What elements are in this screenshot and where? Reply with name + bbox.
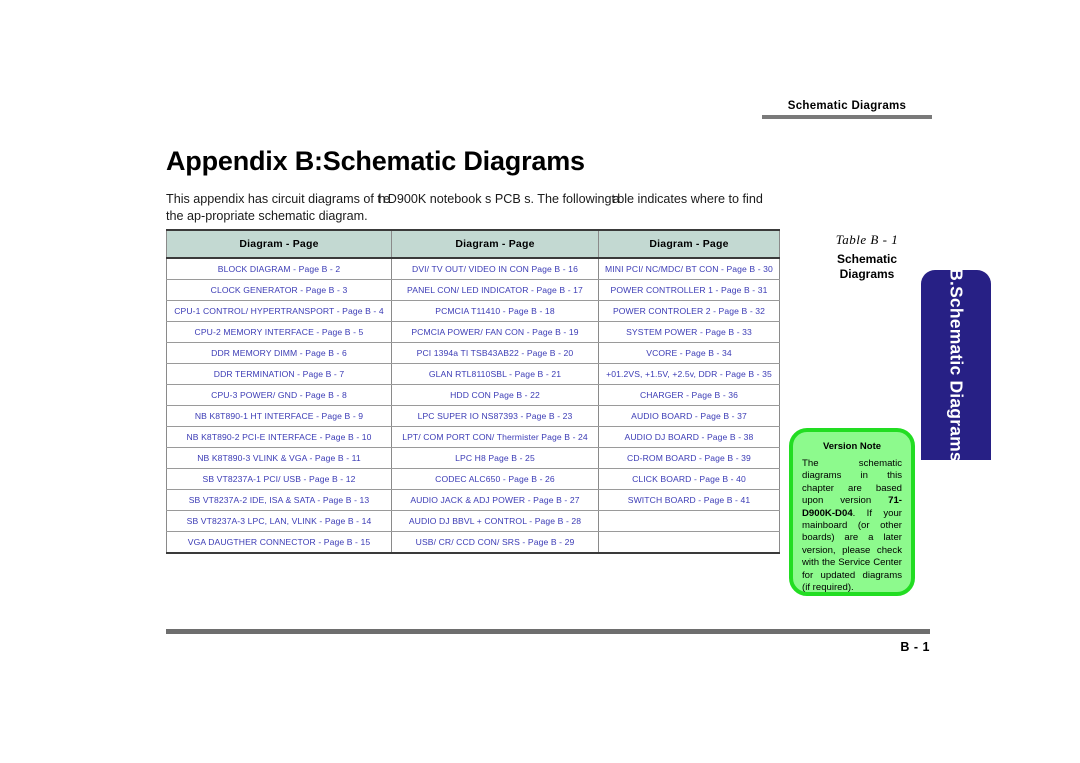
table-cell: CPU-2 MEMORY INTERFACE - Page B - 5	[166, 321, 392, 343]
column-header-1: Diagram - Page	[166, 229, 392, 259]
table-row: BLOCK DIAGRAM - Page B - 2 DVI/ TV OUT/ V…	[166, 257, 780, 280]
table-cell: CLOCK GENERATOR - Page B - 3	[166, 279, 392, 301]
table-cell: NB K8T890-1 HT INTERFACE - Page B - 9	[166, 405, 392, 427]
table-cell: PCMCIA POWER/ FAN CON - Page B - 19	[391, 321, 599, 343]
table-row: NB K8T890-1 HT INTERFACE - Page B - 9 LPC…	[166, 405, 780, 427]
intro-paragraph: This appendix has circuit diagrams of th…	[166, 191, 780, 225]
table-cell	[598, 531, 780, 554]
version-note-body-before: The schematic diagrams in this chapter a…	[802, 458, 902, 507]
table-cell: VCORE - Page B - 34	[598, 342, 780, 364]
intro-part-3: notebook s PCB s. The following	[426, 191, 612, 206]
running-head-text: Schematic Diagrams	[787, 100, 907, 112]
table-row: SB VT8237A-2 IDE, ISA & SATA - Page B - …	[166, 489, 780, 511]
table-cell: LPC H8 Page B - 25	[391, 447, 599, 469]
table-header-row: Diagram - Page Diagram - Page Diagram - …	[166, 229, 780, 259]
table-cell: VGA DAUGTHER CONNECTOR - Page B - 15	[166, 531, 392, 554]
table-cell: SYSTEM POWER - Page B - 33	[598, 321, 780, 343]
footer-page-number: B - 1	[900, 640, 930, 654]
table-caption-title-line2: Diagrams	[839, 267, 895, 281]
table-body: BLOCK DIAGRAM - Page B - 2 DVI/ TV OUT/ V…	[166, 257, 780, 554]
table-row: NB K8T890-2 PCI-E INTERFACE - Page B - 1…	[166, 426, 780, 448]
table-row: VGA DAUGTHER CONNECTOR - Page B - 15 USB/…	[166, 531, 780, 554]
intro-part-2: D900K	[387, 191, 427, 206]
table-cell: DDR TERMINATION - Page B - 7	[166, 363, 392, 385]
table-cell: SB VT8237A-3 LPC, LAN, VLINK - Page B - …	[166, 510, 392, 532]
table-cell: DVI/ TV OUT/ VIDEO IN CON Page B - 16	[391, 257, 599, 280]
table-cell: NB K8T890-3 VLINK & VGA - Page B - 11	[166, 447, 392, 469]
table-cell: POWER CONTROLER 2 - Page B - 32	[598, 300, 780, 322]
intro-overlap-the: the	[377, 191, 390, 206]
table-cell: NB K8T890-2 PCI-E INTERFACE - Page B - 1…	[166, 426, 392, 448]
table-cell: +01.2VS, +1.5V, +2.5v, DDR - Page B - 35	[598, 363, 780, 385]
table-row: SB VT8237A-3 LPC, LAN, VLINK - Page B - …	[166, 510, 780, 532]
version-note-body: The schematic diagrams in this chapter a…	[802, 458, 902, 594]
table-caption-title-line1: Schematic	[836, 252, 898, 266]
table-cell: CHARGER - Page B - 36	[598, 384, 780, 406]
column-header-3: Diagram - Page	[598, 229, 780, 259]
table-row: CLOCK GENERATOR - Page B - 3 PANEL CON/ L…	[166, 279, 780, 301]
intro-part-1: This appendix has circuit diagrams of	[166, 191, 378, 206]
table-cell: CPU-1 CONTROL/ HYPERTRANSPORT - Page B -…	[166, 300, 392, 322]
table-cell: AUDIO BOARD - Page B - 37	[598, 405, 780, 427]
table-row: CPU-3 POWER/ GND - Page B - 8 HDD CON Pag…	[166, 384, 780, 406]
table-cell: LPT/ COM PORT CON/ Thermister Page B - 2…	[391, 426, 599, 448]
table-row: CPU-2 MEMORY INTERFACE - Page B - 5 PCMCI…	[166, 321, 780, 343]
table-row: SB VT8237A-1 PCI/ USB - Page B - 12 CODEC…	[166, 468, 780, 490]
table-cell: PCI 1394a TI TSB43AB22 - Page B - 20	[391, 342, 599, 364]
version-note-box: Version Note The schematic diagrams in t…	[789, 428, 915, 596]
table-cell: BLOCK DIAGRAM - Page B - 2	[166, 257, 392, 280]
table-cell: CODEC ALC650 - Page B - 26	[391, 468, 599, 490]
version-note-body-after: . If your mainboard (or other boards) ar…	[802, 507, 902, 594]
table-caption-number: Table B - 1	[835, 232, 899, 247]
table-cell: POWER CONTROLLER 1 - Page B - 31	[598, 279, 780, 301]
table-cell: SB VT8237A-2 IDE, ISA & SATA - Page B - …	[166, 489, 392, 511]
table-cell	[598, 510, 780, 532]
table-cell: SB VT8237A-1 PCI/ USB - Page B - 12	[166, 468, 392, 490]
table-cell: SWITCH BOARD - Page B - 41	[598, 489, 780, 511]
table-cell: DDR MEMORY DIMM - Page B - 6	[166, 342, 392, 364]
diagram-page-table: Diagram - Page Diagram - Page Diagram - …	[166, 229, 780, 554]
table-cell: LPC SUPER IO NS87393 - Page B - 23	[391, 405, 599, 427]
table-cell: HDD CON Page B - 22	[391, 384, 599, 406]
chapter-side-tab: B.Schematic Diagrams	[921, 268, 991, 462]
table-cell: AUDIO DJ BOARD - Page B - 38	[598, 426, 780, 448]
table-cell: GLAN RTL8110SBL - Page B - 21	[391, 363, 599, 385]
table-row: DDR TERMINATION - Page B - 7 GLAN RTL8110…	[166, 363, 780, 385]
table-row: NB K8T890-3 VLINK & VGA - Page B - 11 LPC…	[166, 447, 780, 469]
table-cell: PANEL CON/ LED INDICATOR - Page B - 17	[391, 279, 599, 301]
running-head: Schematic Diagrams	[762, 100, 932, 119]
table-cell: PCMCIA T11410 - Page B - 18	[391, 300, 599, 322]
column-header-2: Diagram - Page	[391, 229, 599, 259]
running-head-rule	[762, 115, 932, 119]
table-row: DDR MEMORY DIMM - Page B - 6 PCI 1394a TI…	[166, 342, 780, 364]
table-cell: CPU-3 POWER/ GND - Page B - 8	[166, 384, 392, 406]
table-cell: CLICK BOARD - Page B - 40	[598, 468, 780, 490]
table-cell: AUDIO DJ BBVL + CONTROL - Page B - 28	[391, 510, 599, 532]
table-cell: AUDIO JACK & ADJ POWER - Page B - 27	[391, 489, 599, 511]
table-cell: USB/ CR/ CCD CON/ SRS - Page B - 29	[391, 531, 599, 554]
table-cell: CD-ROM BOARD - Page B - 39	[598, 447, 780, 469]
page-title: Appendix B:Schematic Diagrams	[166, 146, 585, 177]
table-caption: Table B - 1 Schematic Diagrams	[802, 232, 932, 282]
footer-rule	[166, 629, 930, 634]
table-caption-title: Schematic Diagrams	[802, 252, 932, 282]
chapter-side-tab-label: B.Schematic Diagrams	[946, 268, 967, 462]
version-note-title: Version Note	[822, 441, 882, 452]
table-cell: MINI PCI/ NC/MDC/ BT CON - Page B - 30	[598, 257, 780, 280]
table-row: CPU-1 CONTROL/ HYPERTRANSPORT - Page B -…	[166, 300, 780, 322]
